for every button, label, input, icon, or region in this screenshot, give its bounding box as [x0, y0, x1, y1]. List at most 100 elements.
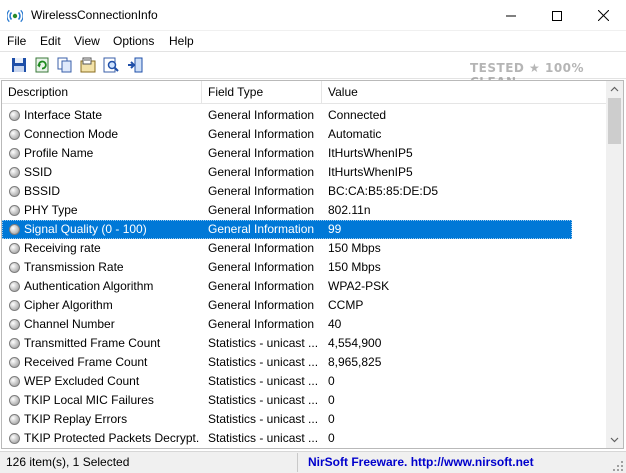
row-description: Authentication Algorithm [24, 279, 154, 293]
item-bullet-icon [9, 262, 20, 273]
item-bullet-icon [9, 433, 20, 444]
item-bullet-icon [9, 186, 20, 197]
row-field-type: General Information [208, 127, 315, 141]
row-field-type: Statistics - unicast ... [208, 355, 319, 369]
item-bullet-icon [9, 319, 20, 330]
column-header-description[interactable]: Description [2, 81, 202, 104]
row-value: ItHurtsWhenIP5 [328, 146, 413, 160]
copy-icon [57, 57, 72, 73]
minimize-button[interactable] [488, 0, 534, 31]
close-icon [597, 10, 609, 21]
row-value: 40 [328, 317, 342, 331]
row-field-type: Statistics - unicast ... [208, 336, 319, 350]
menu-view[interactable]: View [74, 34, 100, 48]
row-description: TKIP Local MIC Failures [24, 393, 154, 407]
table-row[interactable]: TKIP Local MIC Failures Statistics - unic… [2, 391, 606, 410]
vertical-scrollbar[interactable] [606, 81, 623, 448]
row-field-type: Statistics - unicast ... [208, 431, 319, 445]
row-value: 99 [328, 222, 342, 236]
table-row[interactable]: Received Frame Count Statistics - unicast… [2, 353, 606, 372]
item-bullet-icon [9, 110, 20, 121]
row-value: 0 [328, 431, 335, 445]
toolbar [0, 51, 626, 79]
scrollbar-thumb[interactable] [608, 98, 621, 144]
row-description: Interface State [24, 108, 103, 122]
row-value: 150 Mbps [328, 260, 381, 274]
resize-grip-icon[interactable] [612, 460, 624, 472]
table-row[interactable]: WEP Excluded Count Statistics - unicast .… [2, 372, 606, 391]
row-field-type: General Information [208, 165, 315, 179]
row-value: 802.11n [328, 203, 371, 217]
menu-file[interactable]: File [7, 34, 26, 48]
title-bar[interactable]: WirelessConnectionInfo [0, 0, 626, 31]
row-field-type: Statistics - unicast ... [208, 412, 319, 426]
table-row[interactable]: Transmitted Frame Count Statistics - unic… [2, 334, 606, 353]
table-row-selected[interactable]: Signal Quality (0 - 100) General Informat… [2, 220, 606, 239]
table-row[interactable]: PHY Type General Information 802.11n [2, 201, 606, 220]
row-field-type: General Information [208, 298, 315, 312]
row-value: BC:CA:B5:85:DE:D5 [328, 184, 439, 198]
nirsoft-link[interactable]: NirSoft Freeware. http://www.nirsoft.net [308, 453, 534, 472]
item-bullet-icon [9, 414, 20, 425]
list-header: Description Field Type Value [2, 81, 606, 104]
save-icon [12, 58, 26, 72]
wifi-app-icon [7, 9, 23, 23]
column-header-field-type[interactable]: Field Type [202, 81, 322, 104]
item-bullet-icon [9, 224, 20, 235]
find-button[interactable] [102, 56, 120, 74]
row-description: Receiving rate [24, 241, 101, 255]
table-row[interactable]: Transmission Rate General Information 150 … [2, 258, 606, 277]
row-field-type: General Information [208, 317, 315, 331]
table-row[interactable]: Interface State General Information Connec… [2, 106, 606, 125]
table-row[interactable]: Channel Number General Information 40 [2, 315, 606, 334]
save-button[interactable] [10, 56, 28, 74]
row-field-type: General Information [208, 203, 315, 217]
row-description: Profile Name [24, 146, 94, 160]
exit-button[interactable] [126, 56, 144, 74]
table-row[interactable]: TKIP Replay Errors Statistics - unicast .… [2, 410, 606, 429]
scroll-up-button[interactable] [606, 81, 623, 98]
table-row[interactable]: Authentication Algorithm General Informat… [2, 277, 606, 296]
refresh-button[interactable] [33, 56, 51, 74]
row-field-type: General Information [208, 279, 315, 293]
row-description: Transmitted Frame Count [24, 336, 161, 350]
item-bullet-icon [9, 281, 20, 292]
table-row[interactable]: Cipher Algorithm General Information CCMP [2, 296, 606, 315]
menu-options[interactable]: Options [113, 34, 154, 48]
row-value: Automatic [328, 127, 382, 141]
chevron-down-icon [610, 437, 619, 443]
row-description: Cipher Algorithm [24, 298, 113, 312]
table-row[interactable]: TKIP Protected Packets Decrypt... Statist… [2, 429, 606, 448]
properties-button[interactable] [79, 56, 97, 74]
item-bullet-icon [9, 376, 20, 387]
maximize-button[interactable] [534, 0, 580, 31]
results-list[interactable]: Description Field Type Value Interface S… [1, 80, 624, 449]
row-description: BSSID [24, 184, 61, 198]
table-row[interactable]: Connection Mode General Information Automa… [2, 125, 606, 144]
row-value: Connected [328, 108, 387, 122]
table-row[interactable]: BSSID General Information BC:CA:B5:85:DE:D… [2, 182, 606, 201]
table-row[interactable]: Profile Name General Information ItHurtsWh… [2, 144, 606, 163]
table-row[interactable]: Receiving rate General Information 150 Mbp… [2, 239, 606, 258]
column-header-value[interactable]: Value [322, 81, 606, 104]
item-bullet-icon [9, 300, 20, 311]
table-row[interactable]: SSID General Information ItHurtsWhenIP5 [2, 163, 606, 182]
copy-button[interactable] [56, 56, 74, 74]
status-bar: 126 item(s), 1 Selected NirSoft Freeware… [0, 451, 626, 473]
row-field-type: General Information [208, 184, 315, 198]
row-value: 0 [328, 393, 335, 407]
row-value: 4,554,900 [328, 336, 382, 350]
item-count-status: 126 item(s), 1 Selected [4, 453, 298, 472]
row-field-type: General Information [208, 146, 315, 160]
menu-edit[interactable]: Edit [40, 34, 61, 48]
scroll-down-button[interactable] [606, 431, 623, 448]
menu-help[interactable]: Help [169, 34, 194, 48]
close-button[interactable] [580, 0, 626, 31]
properties-icon [80, 57, 96, 73]
row-description: TKIP Protected Packets Decrypt... [24, 431, 200, 445]
row-value: 8,965,825 [328, 355, 382, 369]
row-description: PHY Type [24, 203, 78, 217]
chevron-up-icon [610, 86, 619, 92]
row-field-type: Statistics - unicast ... [208, 393, 319, 407]
row-description: WEP Excluded Count [24, 374, 140, 388]
